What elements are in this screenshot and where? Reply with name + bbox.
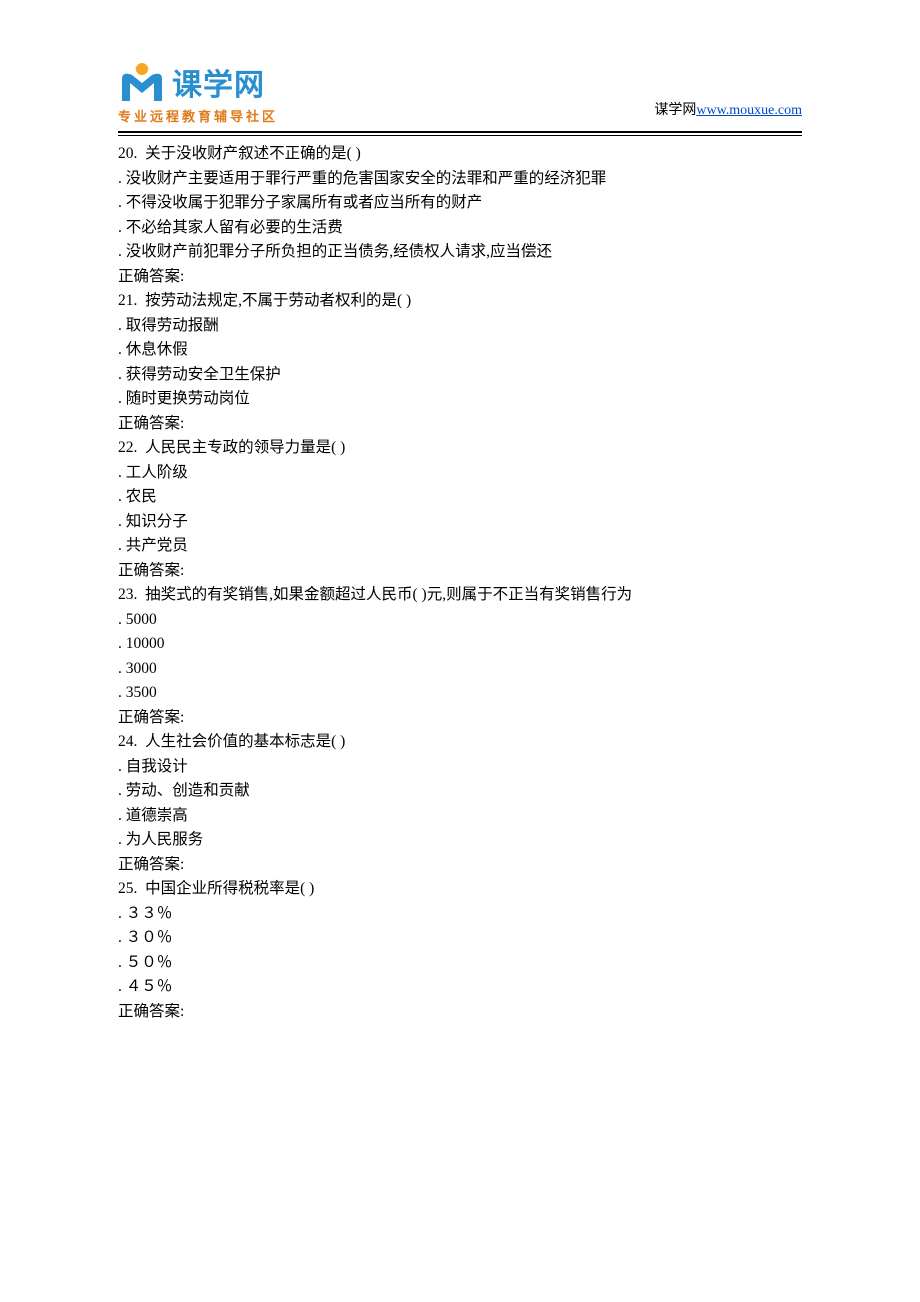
answer-label: 正确答案:: [118, 706, 802, 731]
content: 20. 关于没收财产叙述不正确的是( ) . 没收财产主要适用于罪行严重的危害国…: [118, 142, 802, 1024]
answer-label: 正确答案:: [118, 853, 802, 878]
option: . 农民: [118, 485, 802, 510]
question-stem: 24. 人生社会价值的基本标志是( ): [118, 730, 802, 755]
answer-label: 正确答案:: [118, 559, 802, 584]
option: . 不得没收属于犯罪分子家属所有或者应当所有的财产: [118, 191, 802, 216]
logo: 课学网 专业远程教育辅导社区: [118, 60, 278, 125]
page: 课学网 专业远程教育辅导社区 谋学网www.mouxue.com 20. 关于没…: [0, 0, 920, 1224]
question-24: 24. 人生社会价值的基本标志是( ) . 自我设计 . 劳动、创造和贡献 . …: [118, 730, 802, 877]
question-21: 21. 按劳动法规定,不属于劳动者权利的是( ) . 取得劳动报酬 . 休息休假…: [118, 289, 802, 436]
question-25: 25. 中国企业所得税税率是( ) . ３３％ . ３０％ . ５０％ . ４５…: [118, 877, 802, 1024]
option: . 自我设计: [118, 755, 802, 780]
question-stem: 22. 人民民主专政的领导力量是( ): [118, 436, 802, 461]
site-ref: 谋学网www.mouxue.com: [654, 99, 802, 119]
logo-icon: [118, 61, 166, 103]
option: . 10000: [118, 632, 802, 657]
question-20: 20. 关于没收财产叙述不正确的是( ) . 没收财产主要适用于罪行严重的危害国…: [118, 142, 802, 289]
option: . 不必给其家人留有必要的生活费: [118, 216, 802, 241]
option: . 3000: [118, 657, 802, 682]
option: . 为人民服务: [118, 828, 802, 853]
logo-top: 课学网: [118, 60, 278, 104]
header: 课学网 专业远程教育辅导社区 谋学网www.mouxue.com: [118, 60, 802, 129]
question-23: 23. 抽奖式的有奖销售,如果金额超过人民币( )元,则属于不正当有奖销售行为 …: [118, 583, 802, 730]
option: . ３３％: [118, 902, 802, 927]
answer-label: 正确答案:: [118, 412, 802, 437]
site-label: 谋学网: [654, 103, 696, 118]
option: . 知识分子: [118, 510, 802, 535]
option: . 5000: [118, 608, 802, 633]
option: . ４５％: [118, 975, 802, 1000]
option: . 取得劳动报酬: [118, 314, 802, 339]
question-22: 22. 人民民主专政的领导力量是( ) . 工人阶级 . 农民 . 知识分子 .…: [118, 436, 802, 583]
option: . 没收财产前犯罪分子所负担的正当债务,经债权人请求,应当偿还: [118, 240, 802, 265]
option: . 道德崇高: [118, 804, 802, 829]
option: . 共产党员: [118, 534, 802, 559]
option: . 获得劳动安全卫生保护: [118, 363, 802, 388]
option: . 劳动、创造和贡献: [118, 779, 802, 804]
option: . 工人阶级: [118, 461, 802, 486]
logo-text: 课学网: [172, 60, 265, 104]
site-link[interactable]: www.mouxue.com: [696, 103, 802, 118]
option: . ３０％: [118, 926, 802, 951]
option: . 休息休假: [118, 338, 802, 363]
divider: [118, 131, 802, 136]
question-stem: 23. 抽奖式的有奖销售,如果金额超过人民币( )元,则属于不正当有奖销售行为: [118, 583, 802, 608]
answer-label: 正确答案:: [118, 1000, 802, 1025]
logo-subtitle: 专业远程教育辅导社区: [118, 106, 278, 125]
option: . 没收财产主要适用于罪行严重的危害国家安全的法罪和严重的经济犯罪: [118, 167, 802, 192]
answer-label: 正确答案:: [118, 265, 802, 290]
question-stem: 21. 按劳动法规定,不属于劳动者权利的是( ): [118, 289, 802, 314]
option: . 3500: [118, 681, 802, 706]
option: . 随时更换劳动岗位: [118, 387, 802, 412]
question-stem: 25. 中国企业所得税税率是( ): [118, 877, 802, 902]
option: . ５０％: [118, 951, 802, 976]
question-stem: 20. 关于没收财产叙述不正确的是( ): [118, 142, 802, 167]
